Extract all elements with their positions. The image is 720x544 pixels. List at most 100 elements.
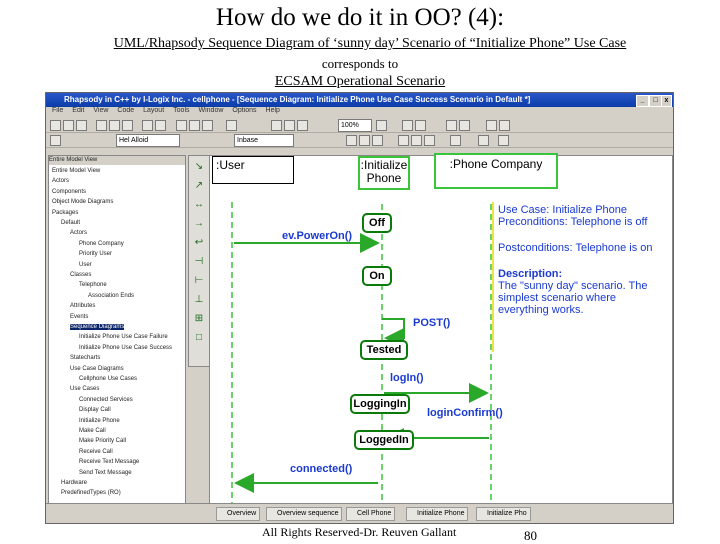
browser-tree-item[interactable]: Events (70, 314, 88, 320)
menu-item-file[interactable]: File (52, 107, 63, 114)
browser-tree-item[interactable]: Connected Services (79, 397, 133, 403)
browser-tree-item[interactable]: User (79, 262, 92, 268)
lifeline-phone-company[interactable]: :Phone Company (434, 153, 558, 189)
right-align-icon[interactable] (424, 135, 435, 146)
browser-tree-item[interactable]: Statecharts (70, 355, 100, 361)
browser-tree-item[interactable]: Display Call (79, 407, 111, 413)
message-login-confirm[interactable]: loginConfirm() (427, 407, 503, 419)
zoom-out-icon[interactable] (284, 120, 295, 131)
browser-tree-item[interactable]: Hardware (61, 480, 87, 486)
window-tab[interactable]: Cell Phone (346, 507, 396, 521)
browser-tree-item[interactable]: Classes (70, 272, 91, 278)
animate-icon[interactable] (226, 120, 237, 131)
browser-tree-item[interactable]: Entire Model View (52, 168, 100, 174)
align-icon[interactable] (459, 120, 470, 131)
save-icon[interactable] (76, 120, 87, 131)
browser-tree-item[interactable]: Object Mode Diagrams (52, 199, 113, 205)
zoom-select[interactable]: 100% (338, 119, 372, 132)
select-icon[interactable] (415, 120, 426, 131)
palette-tool-icon[interactable]: ⊥ (193, 293, 205, 307)
browser-tree-item[interactable]: Make Priority Call (79, 438, 126, 444)
browser-icon[interactable] (50, 135, 61, 146)
close-button[interactable]: x (661, 95, 672, 107)
color-icon[interactable] (450, 135, 461, 146)
paste-icon[interactable] (122, 120, 133, 131)
palette-tool-icon[interactable]: ↗ (193, 179, 205, 193)
browser-tree-item[interactable]: Make Call (79, 428, 106, 434)
lifeline-user[interactable]: :User (212, 156, 294, 184)
copy-icon[interactable] (109, 120, 120, 131)
browser-tree-item[interactable]: Cellphone Use Cases (79, 376, 137, 382)
browser-tree-item[interactable]: Send Text Message (79, 470, 132, 476)
browser-tree-item[interactable]: Actors (70, 230, 87, 236)
minimize-button[interactable]: _ (636, 95, 649, 107)
menu-item-layout[interactable]: Layout (143, 107, 164, 114)
left-align-icon[interactable] (398, 135, 409, 146)
message-login[interactable]: logIn() (390, 372, 424, 384)
palette-tool-icon[interactable]: ⊣ (193, 255, 205, 269)
run-icon[interactable] (202, 120, 213, 131)
state-tested[interactable]: Tested (360, 340, 408, 360)
browser-tree-item[interactable]: Initialize Phone (79, 418, 120, 424)
browser-tree-item[interactable]: Actors (52, 178, 69, 184)
browser-tree-item[interactable]: Packages (52, 210, 78, 216)
menu-item-help[interactable]: Help (266, 107, 280, 114)
text-icon[interactable] (486, 120, 497, 131)
sequence-diagram-canvas[interactable]: :User :Initialize Phone :Phone Company O… (209, 153, 673, 505)
browser-tree-item[interactable]: Components (52, 189, 86, 195)
browser-tree-item[interactable]: Phone Company (79, 241, 124, 247)
menu-item-tools[interactable]: Tools (173, 107, 189, 114)
cut-icon[interactable] (96, 120, 107, 131)
new-icon[interactable] (50, 120, 61, 131)
browser-tree-item[interactable]: Association Ends (88, 293, 134, 299)
window-tab[interactable]: Initialize Pho (476, 507, 531, 521)
dropdown-icon[interactable] (376, 120, 387, 131)
center-align-icon[interactable] (411, 135, 422, 146)
palette-tool-icon[interactable]: ⊞ (193, 312, 205, 326)
state-logged-in[interactable]: LoggedIn (354, 430, 414, 450)
zoom-fit-icon[interactable] (297, 120, 308, 131)
browser-tree-item[interactable]: PredefinedTypes (RO) (61, 490, 121, 496)
bold-icon[interactable] (346, 135, 357, 146)
redo-icon[interactable] (155, 120, 166, 131)
message-power-on[interactable]: ev.PowerOn() (282, 230, 352, 242)
palette-tool-icon[interactable]: □ (193, 331, 205, 345)
message-post[interactable]: POST() (413, 317, 450, 329)
browser-tree-item[interactable]: Default (61, 220, 80, 226)
message-connected[interactable]: connected() (290, 463, 352, 475)
palette-tool-icon[interactable]: ↩ (193, 236, 205, 250)
palette-tool-icon[interactable]: → (193, 217, 205, 231)
menu-item-window[interactable]: Window (199, 107, 224, 114)
browser-tree-item[interactable]: Initialize Phone Use Case Success (79, 345, 172, 351)
state-logging-in[interactable]: LoggingIn (350, 394, 410, 414)
font-icon[interactable] (499, 120, 510, 131)
fill-icon[interactable] (498, 135, 509, 146)
browser-tree-item[interactable]: Telephone (79, 282, 107, 288)
browser-tree-item[interactable]: Receive Call (79, 449, 113, 455)
base-select[interactable]: Inbase (234, 134, 294, 147)
menu-item-options[interactable]: Options (232, 107, 256, 114)
underline-icon[interactable] (372, 135, 383, 146)
line-icon[interactable] (478, 135, 489, 146)
window-tab[interactable]: Overview (216, 507, 261, 521)
state-on[interactable]: On (362, 266, 392, 286)
grid-icon[interactable] (446, 120, 457, 131)
zoom-in-icon[interactable] (271, 120, 282, 131)
browser-tree-item[interactable]: Receive Text Message (79, 459, 139, 465)
lifeline-initialize-phone[interactable]: :Initialize Phone (358, 156, 410, 190)
window-tab[interactable]: Overview sequence (266, 507, 343, 521)
palette-tool-icon[interactable]: ↔ (193, 198, 205, 212)
menu-item-code[interactable]: Code (117, 107, 134, 114)
menu-item-view[interactable]: View (93, 107, 108, 114)
palette-tool-icon[interactable]: ↘ (193, 160, 205, 174)
browser-tree-item[interactable]: Sequence Diagrams (70, 324, 125, 330)
undo-icon[interactable] (142, 120, 153, 131)
menu-item-edit[interactable]: Edit (72, 107, 84, 114)
generate-icon[interactable] (176, 120, 187, 131)
browser-tree-item[interactable]: Priority User (79, 251, 112, 257)
palette-tool-icon[interactable]: ⊢ (193, 274, 205, 288)
use-case-note[interactable]: Use Case: Initialize Phone Preconditions… (498, 204, 668, 316)
window-tab[interactable]: Initialize Phone (406, 507, 469, 521)
browser-tree-item[interactable]: Use Case Diagrams (70, 366, 124, 372)
make-icon[interactable] (189, 120, 200, 131)
